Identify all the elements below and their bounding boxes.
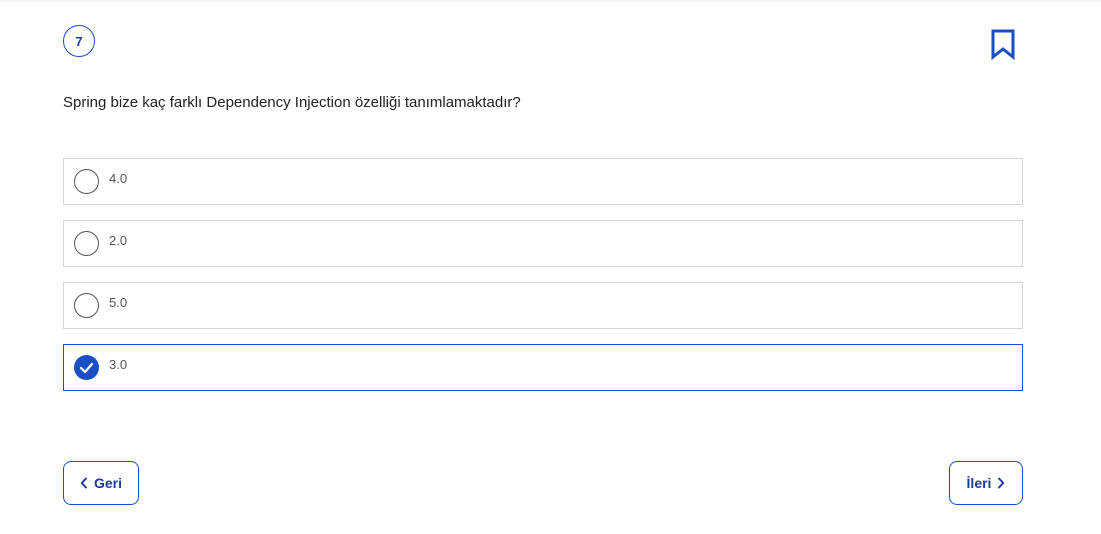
question-number: 7	[75, 33, 83, 49]
radio-button[interactable]	[74, 231, 99, 256]
back-button-label: Geri	[93, 475, 122, 491]
checkmark-icon	[79, 362, 94, 374]
answer-option[interactable]: 2.0	[63, 220, 1023, 267]
answer-option-label: 5.0	[109, 295, 128, 310]
answer-option[interactable]: 5.0	[63, 282, 1023, 329]
question-number-badge: 7	[63, 25, 95, 57]
answer-option-label: 2.0	[109, 233, 128, 248]
back-button[interactable]: Geri	[63, 461, 139, 505]
chevron-left-icon	[80, 477, 87, 489]
answer-option-label: 4.0	[109, 171, 128, 186]
top-divider	[0, 0, 1101, 2]
radio-button-checked[interactable]	[74, 355, 99, 380]
chevron-right-icon	[998, 477, 1005, 489]
next-button[interactable]: İleri	[949, 461, 1023, 505]
radio-button[interactable]	[74, 293, 99, 318]
answer-options: 4.0 2.0 5.0 3.0	[63, 158, 1023, 406]
answer-option-selected[interactable]: 3.0	[63, 344, 1023, 391]
next-button-label: İleri	[966, 475, 992, 491]
bookmark-icon	[991, 29, 1015, 61]
bookmark-button[interactable]	[990, 29, 1016, 61]
answer-option-label: 3.0	[109, 357, 128, 372]
radio-button[interactable]	[74, 169, 99, 194]
answer-option[interactable]: 4.0	[63, 158, 1023, 205]
question-text: Spring bize kaç farklı Dependency Inject…	[63, 94, 521, 111]
